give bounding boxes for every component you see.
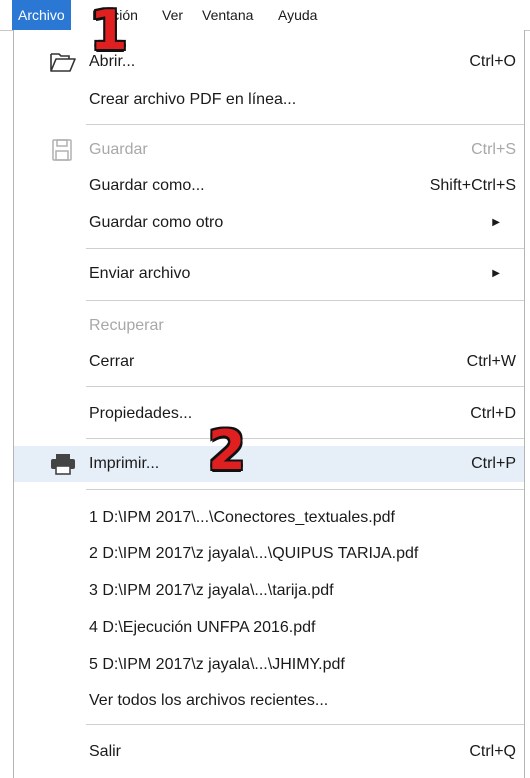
menu-item-exit[interactable]: Salir Ctrl+Q <box>14 734 524 770</box>
menu-separator <box>86 438 524 439</box>
recent-file-item[interactable]: 2 D:\IPM 2017\z jayala\...\QUIPUS TARIJA… <box>14 536 524 572</box>
send-file-label: Enviar archivo <box>89 265 191 282</box>
recent-file-item[interactable]: 1 D:\IPM 2017\...\Conectores_textuales.p… <box>14 500 524 536</box>
close-label: Cerrar <box>89 353 135 370</box>
create-pdf-online-label: Crear archivo PDF en línea... <box>89 91 297 108</box>
submenu-arrow-icon: ▶ <box>492 217 500 228</box>
menu-separator <box>86 124 524 125</box>
save-as-shortcut: Shift+Ctrl+S <box>429 177 516 194</box>
recent-file-item[interactable]: 5 D:\IPM 2017\z jayala\...\JHIMY.pdf <box>14 647 524 683</box>
properties-shortcut: Ctrl+D <box>470 405 516 422</box>
menu-item-view-all-recent[interactable]: Ver todos los archivos recientes... <box>14 683 524 719</box>
close-shortcut: Ctrl+W <box>466 353 516 370</box>
menu-item-close[interactable]: Cerrar Ctrl+W <box>14 344 524 380</box>
menu-item-save-as-other[interactable]: Guardar como otro ▶ <box>14 205 524 241</box>
recent-file-label: 5 D:\IPM 2017\z jayala\...\JHIMY.pdf <box>89 656 345 673</box>
archivo-dropdown-menu: Abrir... Ctrl+O Crear archivo PDF en lín… <box>13 30 525 778</box>
menu-item-create-pdf-online[interactable]: Crear archivo PDF en línea... <box>14 82 524 118</box>
exit-label: Salir <box>89 743 122 760</box>
print-shortcut: Ctrl+P <box>471 455 516 472</box>
recent-file-item[interactable]: 3 D:\IPM 2017\z jayala\...\tarija.pdf <box>14 573 524 609</box>
menu-ver[interactable]: Ver <box>156 0 189 30</box>
recent-file-label: 1 D:\IPM 2017\...\Conectores_textuales.p… <box>89 509 395 526</box>
recover-label: Recuperar <box>89 317 164 334</box>
print-label: Imprimir... <box>89 455 160 472</box>
floppy-disk-icon <box>50 139 74 161</box>
exit-shortcut: Ctrl+Q <box>469 743 516 760</box>
save-label: Guardar <box>89 141 148 158</box>
menu-archivo[interactable]: Archivo <box>12 0 71 30</box>
recent-file-item[interactable]: 4 D:\Ejecución UNFPA 2016.pdf <box>14 610 524 646</box>
save-shortcut: Ctrl+S <box>471 141 516 158</box>
menu-item-save-as[interactable]: Guardar como... Shift+Ctrl+S <box>14 168 524 204</box>
printer-icon <box>50 453 75 475</box>
recent-file-label: 4 D:\Ejecución UNFPA 2016.pdf <box>89 619 316 636</box>
submenu-arrow-icon: ▶ <box>492 268 500 279</box>
menu-ayuda[interactable]: Ayuda <box>272 0 323 30</box>
save-as-other-label: Guardar como otro <box>89 214 224 231</box>
menu-separator <box>86 489 524 490</box>
recent-file-label: 2 D:\IPM 2017\z jayala\...\QUIPUS TARIJA… <box>89 545 419 562</box>
menu-separator <box>86 248 524 249</box>
menu-separator <box>86 300 524 301</box>
view-all-recent-label: Ver todos los archivos recientes... <box>89 692 329 709</box>
menu-item-send-file[interactable]: Enviar archivo ▶ <box>14 256 524 292</box>
menu-item-recover: Recuperar <box>14 308 524 344</box>
step-1-annotation: 1 <box>90 0 128 62</box>
save-as-label: Guardar como... <box>89 177 205 194</box>
folder-open-icon <box>50 51 76 73</box>
step-2-annotation: 2 <box>208 419 246 482</box>
menu-item-print[interactable]: Imprimir... Ctrl+P <box>14 446 524 482</box>
menu-separator <box>86 386 524 387</box>
menu-ventana[interactable]: Ventana <box>196 0 259 30</box>
properties-label: Propiedades... <box>89 405 193 422</box>
menu-item-save: Guardar Ctrl+S <box>14 132 524 168</box>
menu-bar: Archivo Edición Ver Ventana Ayuda <box>0 0 530 31</box>
open-shortcut: Ctrl+O <box>469 53 516 70</box>
menu-item-properties[interactable]: Propiedades... Ctrl+D <box>14 396 524 432</box>
menu-separator <box>86 724 524 725</box>
recent-file-label: 3 D:\IPM 2017\z jayala\...\tarija.pdf <box>89 582 334 599</box>
